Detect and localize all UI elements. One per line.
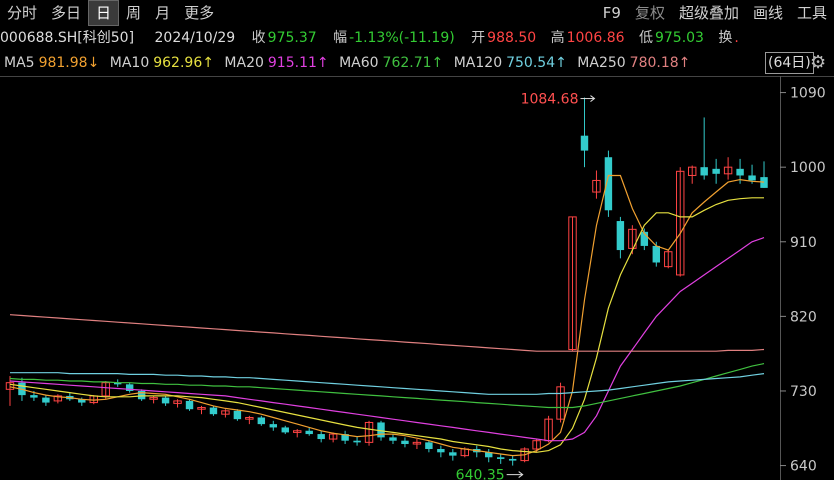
candle-body	[437, 448, 445, 453]
ma250-value: 780.18↑	[629, 55, 691, 71]
candle-body	[317, 434, 325, 440]
adjust-button[interactable]: 复权	[628, 0, 672, 26]
high-value: 1006.86	[566, 30, 625, 46]
candle-body	[449, 452, 457, 456]
candle-body	[305, 430, 313, 435]
ma20-label: MA20	[224, 55, 264, 71]
tools-button[interactable]: 工具	[790, 0, 834, 26]
candle-body	[353, 440, 361, 443]
candle-body	[42, 397, 50, 403]
close-label: 收	[251, 30, 266, 46]
candle-body	[616, 221, 625, 251]
candle-body	[281, 427, 289, 433]
candle-body	[401, 440, 409, 445]
ma20-line	[9, 237, 765, 442]
f9-button[interactable]: F9	[596, 0, 628, 26]
y-tick-label: 1090	[790, 86, 826, 102]
toolbar-right: F9 复权 超级叠加 画线 工具	[596, 0, 834, 26]
tab-daily[interactable]: 日	[88, 0, 120, 26]
candle-body	[652, 245, 661, 263]
draw-line-button[interactable]: 画线	[746, 0, 790, 26]
candlestick-chart: 1090 1000 910 820 730 640 1084.68 640.35	[0, 76, 834, 480]
low-label: 低	[638, 30, 653, 46]
stock-code: 000688.SH[科创50]	[0, 30, 135, 46]
ma5-label: MA5	[4, 55, 35, 71]
candle-body	[580, 135, 589, 151]
turnover-label: 换	[718, 30, 733, 46]
ma250-label: MA250	[577, 55, 626, 71]
y-tick-label: 640	[790, 459, 817, 475]
tab-monthly[interactable]: 月	[148, 0, 177, 26]
ma120-line	[10, 372, 765, 395]
period-toolbar: 分时 多日 日 周 月 更多 F9 复权 超级叠加 画线 工具	[0, 0, 834, 26]
open-label: 开	[471, 30, 486, 46]
open-value: 988.50	[487, 30, 537, 46]
ma5-line	[9, 174, 765, 457]
high-label: 高	[550, 30, 565, 46]
change-value: -1.13%(-11.19)	[349, 30, 455, 46]
super-overlay-button[interactable]: 超级叠加	[672, 0, 746, 26]
min-price-label: 640.35	[456, 468, 505, 480]
ma10-label: MA10	[109, 55, 150, 71]
candle-body	[209, 407, 218, 415]
low-value: 975.03	[654, 30, 704, 46]
candle-body	[712, 168, 720, 174]
quote-info-bar: 000688.SH[科创50] 2024/10/29 收 975.37 幅 -1.1…	[0, 26, 834, 50]
gear-icon[interactable]: ⚙	[810, 51, 826, 75]
candle-body	[185, 400, 194, 410]
ma10-line	[9, 197, 764, 453]
tab-multi-day[interactable]: 多日	[44, 0, 88, 26]
candle-body	[496, 457, 505, 459]
ma5-value: 981.98↓	[38, 55, 100, 71]
candle-body	[269, 424, 278, 428]
candle-body	[508, 458, 517, 461]
candle-body	[748, 175, 756, 181]
ma60-label: MA60	[339, 55, 379, 71]
candle-body	[257, 417, 266, 425]
tab-weekly[interactable]: 周	[119, 0, 148, 26]
candle-body	[736, 168, 744, 176]
candle-body	[233, 410, 242, 420]
y-tick-label: 910	[790, 235, 817, 251]
y-tick-label: 820	[790, 309, 817, 325]
ma60-line	[9, 363, 765, 409]
quote-date: 2024/10/29	[154, 30, 236, 46]
y-tick-label: 730	[790, 384, 817, 400]
tab-intraday[interactable]: 分时	[0, 0, 44, 26]
change-label: 幅	[333, 30, 348, 46]
close-value: 975.37	[267, 30, 317, 46]
max-price-label: 1084.68	[521, 92, 579, 108]
y-tick-label: 1000	[790, 160, 826, 176]
ma120-label: MA120	[453, 55, 503, 71]
ma-legend: MA5 981.98↓ MA10 962.96↑ MA20 915.11↑ MA60 7…	[0, 51, 834, 75]
candle-body	[161, 397, 170, 404]
candle-body	[700, 167, 708, 176]
tab-more[interactable]: 更多	[177, 0, 221, 26]
ma10-value: 962.96↑	[153, 55, 214, 71]
candle-body	[30, 395, 38, 398]
ma20-value: 915.11↑	[267, 55, 329, 71]
ma120-value: 750.54↑	[506, 55, 567, 71]
candle-body	[425, 442, 433, 449]
period-selector[interactable]: (64日)	[765, 52, 814, 74]
ma60-value: 762.71↑	[382, 55, 444, 71]
ma250-line	[9, 314, 765, 352]
candle-body	[389, 437, 397, 441]
turnover-value: .	[734, 30, 739, 46]
